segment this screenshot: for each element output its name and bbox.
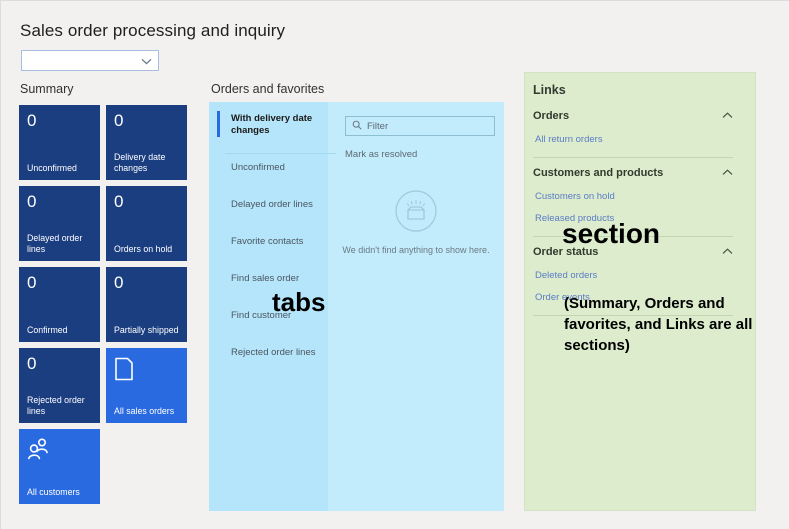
tile-label: Partially shipped (114, 325, 179, 335)
tile-row: All customers (19, 429, 199, 504)
annotation-tabs: tabs (272, 287, 326, 317)
tab-unconfirmed[interactable]: Unconfirmed (217, 153, 328, 183)
summary-tile-all-sales-orders[interactable]: All sales orders (106, 348, 187, 423)
tab-spacer (217, 183, 328, 190)
tile-count: 0 (114, 111, 124, 130)
filter-input[interactable]: Filter (345, 116, 495, 136)
orders-favorites-section-heading: Orders and favorites (211, 82, 325, 96)
links-panel: Links Orders All return orders Customers… (524, 72, 756, 511)
tab-label: Find sales order (231, 273, 300, 284)
tab-content-panel: Filter Mark as resolved We didn't find a… (328, 102, 504, 511)
document-icon (114, 357, 180, 386)
tile-count: 0 (114, 273, 124, 292)
tab-with-delivery-date-changes[interactable]: With delivery date changes (217, 102, 328, 146)
summary-tile-rejected-order-lines[interactable]: 0 Rejected order lines (19, 348, 100, 423)
links-section-heading: Links (533, 83, 566, 97)
chevron-up-icon (722, 110, 733, 122)
summary-tile-grid: 0 Unconfirmed 0 Delivery date changes 0 … (19, 105, 199, 510)
chevron-up-icon (722, 246, 733, 258)
empty-box-icon (395, 190, 437, 237)
people-icon (27, 438, 93, 467)
link-group-orders[interactable]: Orders (533, 103, 747, 129)
tab-spacer (217, 146, 328, 153)
links-groups: Orders All return orders Customers and p… (533, 103, 747, 318)
tab-delayed-order-lines[interactable]: Delayed order lines (217, 190, 328, 220)
tab-spacer (217, 331, 328, 338)
empty-state: We didn't find anything to show here. (328, 190, 504, 255)
summary-tile-confirmed[interactable]: 0 Confirmed (19, 267, 100, 342)
tile-label: Orders on hold (114, 244, 173, 254)
tile-count: 0 (114, 192, 124, 211)
tile-row: 0 Unconfirmed 0 Delivery date changes (19, 105, 199, 180)
tile-count: 0 (27, 111, 37, 130)
tab-spacer (217, 220, 328, 227)
link-group-title: Orders (533, 110, 570, 122)
search-icon (352, 117, 362, 135)
tile-count: 0 (27, 192, 37, 211)
summary-tile-delayed-order-lines[interactable]: 0 Delayed order lines (19, 186, 100, 261)
annotation-note: (Summary, Orders and favorites, and Link… (564, 295, 753, 354)
tab-rejected-order-lines[interactable]: Rejected order lines (217, 338, 328, 368)
sales-order-dashboard: Sales order processing and inquiry Summa… (0, 0, 789, 529)
tab-label: Rejected order lines (231, 347, 316, 358)
tile-label: All sales orders (114, 406, 175, 416)
tile-label: Rejected order lines (27, 395, 85, 416)
tile-label: Delayed order lines (27, 233, 83, 254)
summary-tile-delivery-date-changes[interactable]: 0 Delivery date changes (106, 105, 187, 180)
chevron-up-icon (722, 167, 733, 179)
tab-favorite-contacts[interactable]: Favorite contacts (217, 227, 328, 257)
tab-label: Unconfirmed (231, 162, 285, 173)
tile-label: Delivery date changes (114, 152, 166, 173)
tile-row: 0 Confirmed 0 Partially shipped (19, 267, 199, 342)
tile-label: Unconfirmed (27, 163, 77, 173)
chevron-down-icon (141, 52, 152, 70)
tab-spacer (217, 257, 328, 264)
tile-row: 0 Rejected order lines All sales orders (19, 348, 199, 423)
mark-as-resolved-button[interactable]: Mark as resolved (345, 149, 417, 160)
tab-label: Delayed order lines (231, 199, 313, 210)
empty-state-message: We didn't find anything to show here. (342, 245, 490, 255)
summary-tile-partially-shipped[interactable]: 0 Partially shipped (106, 267, 187, 342)
tile-label: Confirmed (27, 325, 68, 335)
page-title: Sales order processing and inquiry (20, 21, 286, 40)
summary-section-heading: Summary (20, 82, 74, 96)
annotation-section: section (562, 218, 661, 249)
link-customers-on-hold[interactable]: Customers on hold (533, 186, 747, 208)
tile-row: 0 Delayed order lines 0 Orders on hold (19, 186, 199, 261)
group-divider (533, 157, 733, 158)
summary-tile-unconfirmed[interactable]: 0 Unconfirmed (19, 105, 100, 180)
link-group-title: Customers and products (533, 167, 664, 179)
tile-count: 0 (27, 273, 37, 292)
filter-placeholder: Filter (367, 120, 389, 132)
link-all-return-orders[interactable]: All return orders (533, 129, 747, 151)
tile-label: All customers (27, 487, 80, 497)
orders-and-favorites-panel: With delivery date changes Unconfirmed D… (209, 102, 504, 511)
legal-entity-picker[interactable] (21, 50, 159, 71)
tab-label: With delivery date changes (231, 113, 313, 136)
link-deleted-orders[interactable]: Deleted orders (533, 265, 747, 287)
tab-label: Favorite contacts (231, 236, 304, 247)
link-group-customers-and-products[interactable]: Customers and products (533, 160, 747, 186)
tile-count: 0 (27, 354, 37, 373)
summary-tile-orders-on-hold[interactable]: 0 Orders on hold (106, 186, 187, 261)
summary-tile-all-customers[interactable]: All customers (19, 429, 100, 504)
